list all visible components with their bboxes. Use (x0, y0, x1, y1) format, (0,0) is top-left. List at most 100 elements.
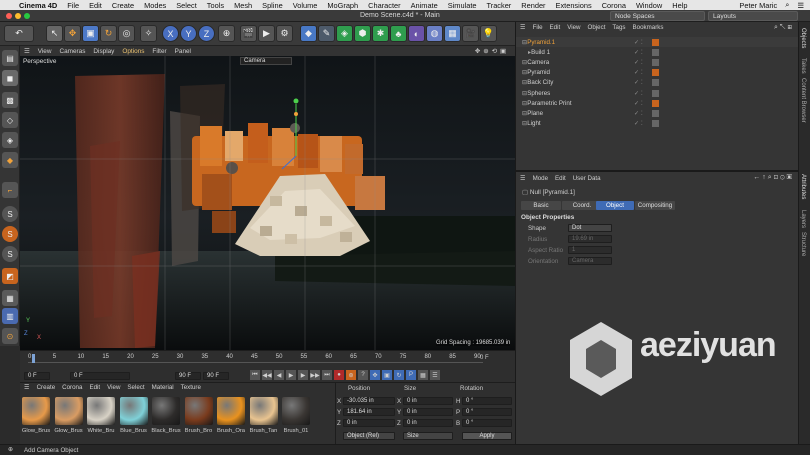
texture-mode-button[interactable]: ▩ (2, 92, 18, 108)
object-tag-icon[interactable] (652, 99, 659, 107)
menu-character[interactable]: Character (363, 1, 405, 10)
material-menu-icon[interactable]: ☰ (24, 384, 30, 392)
pos-x-field[interactable]: -30.035 in (343, 397, 395, 405)
menu-list-icon[interactable]: ☰ (797, 1, 804, 10)
preview-end-field[interactable]: 90 F (175, 372, 201, 380)
field-button[interactable]: ◍ (426, 25, 443, 42)
selection-tool-button[interactable]: ↖ (46, 25, 63, 42)
menu-corona[interactable]: Corona (597, 1, 631, 10)
om-menu-view[interactable]: View (567, 24, 580, 33)
cloner-button[interactable]: ✱ (372, 25, 389, 42)
tab-compositing[interactable]: Compositing (635, 201, 675, 210)
axis-mode-button[interactable]: ⌐ (2, 182, 18, 198)
side-tab-attributes[interactable]: Attributes (800, 174, 806, 199)
recent-tools-button[interactable]: ◎ (118, 25, 135, 42)
visibility-toggle[interactable]: ✓ ⁚ (634, 79, 643, 86)
environment-button[interactable]: ▦ (444, 25, 461, 42)
menu-tools[interactable]: Tools (202, 1, 229, 10)
go-to-start-icon[interactable]: ⏮ (250, 370, 260, 380)
menu-mograph[interactable]: MoGraph (322, 1, 363, 10)
scale-tool-button[interactable]: ▣ (82, 25, 99, 42)
3d-viewport[interactable]: Perspective Camera Grid Spacing : 19685.… (20, 56, 515, 350)
material-swatch[interactable] (282, 397, 310, 425)
viewport-navigation-icons[interactable]: ✥⊕⟲▣ (475, 47, 515, 55)
visibility-toggle[interactable]: ✓ ⁚ (634, 110, 643, 117)
viewport-menu-cameras[interactable]: Cameras (59, 48, 85, 55)
object-row[interactable]: ⊟ Plane ✓ ⁚ (516, 108, 799, 118)
object-row[interactable]: ⊟ Pyramid ✓ ⁚ (516, 68, 799, 78)
menu-edit[interactable]: Edit (84, 1, 107, 10)
object-manager-menu-icon[interactable]: ☰ (520, 24, 526, 33)
side-tab-layers[interactable]: Layers (800, 210, 806, 228)
object-row[interactable]: ⊟ Light ✓ ⁚ (516, 119, 799, 129)
menu-spline[interactable]: Spline (257, 1, 288, 10)
side-tab-content-browser[interactable]: Content Browser (800, 78, 806, 123)
snap-settings-button[interactable]: S (2, 246, 18, 262)
tab-basic[interactable]: Basic (521, 201, 561, 210)
autokey-icon[interactable]: ⊛ (346, 370, 356, 380)
material-menu-view[interactable]: View (107, 384, 120, 392)
next-key-icon[interactable]: ▶▶ (310, 370, 320, 380)
material-menu-select[interactable]: Select (127, 384, 144, 392)
node-spaces-dropdown[interactable]: Node Spaces (610, 11, 705, 21)
minimize-window-button[interactable] (15, 13, 21, 19)
object-row[interactable]: ⊟ Pyramid.1 ✓ ⁚ (516, 37, 799, 47)
menu-animate[interactable]: Animate (406, 1, 443, 10)
prev-key-icon[interactable]: ◀◀ (262, 370, 272, 380)
make-editable-button[interactable]: ▤ (2, 50, 18, 66)
tab-object[interactable]: Object (596, 201, 634, 210)
light-button[interactable]: 💡 (480, 25, 497, 42)
menu-tracker[interactable]: Tracker (482, 1, 517, 10)
visibility-toggle[interactable]: ✓ ⁚ (634, 69, 643, 76)
play-icon[interactable]: ▶ (286, 370, 296, 380)
app-name[interactable]: Cinema 4D (14, 1, 62, 10)
visibility-toggle[interactable]: ✓ ⁚ (634, 100, 643, 107)
object-tag-icon[interactable] (652, 89, 659, 97)
deformer-button[interactable]: ◐ (408, 25, 425, 42)
timeline-menu-icon[interactable]: ☰ (430, 370, 440, 380)
visibility-toggle[interactable]: ✓ ⁚ (634, 90, 643, 97)
side-tab-objects[interactable]: Objects (800, 28, 806, 48)
undo-button[interactable]: ↶ (4, 25, 34, 42)
viewport-menu-options[interactable]: Options (122, 48, 144, 55)
rot-h-field[interactable]: 0 ° (462, 397, 512, 405)
apply-button[interactable]: Apply (462, 432, 512, 440)
object-tag-icon[interactable] (652, 69, 659, 77)
material-swatch[interactable] (87, 397, 115, 425)
render-settings-button[interactable]: ⚙ (276, 25, 293, 42)
size-y-field[interactable]: 0 in (403, 408, 453, 416)
object-row[interactable]: ▸ Build 1 ✓ ⁚ (516, 47, 799, 57)
rotate-tool-button[interactable]: ↻ (100, 25, 117, 42)
viewport-menu-display[interactable]: Display (93, 48, 114, 55)
visibility-toggle[interactable]: ✓ ⁚ (634, 120, 643, 127)
extrude-button[interactable]: ⬢ (354, 25, 371, 42)
param-key-icon[interactable]: P (406, 370, 416, 380)
object-tag-icon[interactable] (652, 120, 659, 128)
camera-select[interactable]: Camera (240, 57, 292, 65)
om-menu-object[interactable]: Object (588, 24, 606, 33)
object-tag-icon[interactable] (652, 109, 659, 117)
material-menu-material[interactable]: Material (152, 384, 174, 392)
end-frame-field[interactable]: 90 F (203, 372, 229, 380)
render-picture-viewer-button[interactable]: ▶ (258, 25, 275, 42)
menu-render[interactable]: Render (516, 1, 550, 10)
scale-key-icon[interactable]: ▣ (382, 370, 392, 380)
viewport-menu-filter[interactable]: Filter (152, 48, 166, 55)
snap-enable-button[interactable]: S (2, 226, 18, 242)
side-tab-structure[interactable]: Structure (800, 232, 806, 256)
size-x-field[interactable]: 0 in (403, 397, 453, 405)
object-manager-search-icons[interactable]: ⌕↖⊞ (774, 24, 794, 32)
coordinate-mode-dropdown[interactable]: Object (Rel) (343, 432, 395, 440)
edges-mode-button[interactable]: ◈ (2, 132, 18, 148)
attribute-nav-icons[interactable]: ←↑⌕⊡⊙▣ (753, 174, 794, 182)
next-frame-icon[interactable]: ▶ (298, 370, 308, 380)
axis-lock-button[interactable]: ⊙ (2, 328, 18, 344)
polygons-mode-button[interactable]: ◆ (2, 152, 18, 168)
model-mode-button[interactable]: ◼ (2, 70, 18, 86)
preview-start-field[interactable]: 0 F (70, 372, 130, 380)
material-swatch[interactable] (152, 397, 180, 425)
close-window-button[interactable] (6, 13, 12, 19)
side-tab-takes[interactable]: Takes (800, 58, 806, 74)
axis-y-toggle[interactable]: Y (180, 25, 197, 42)
material-menu-edit[interactable]: Edit (89, 384, 100, 392)
